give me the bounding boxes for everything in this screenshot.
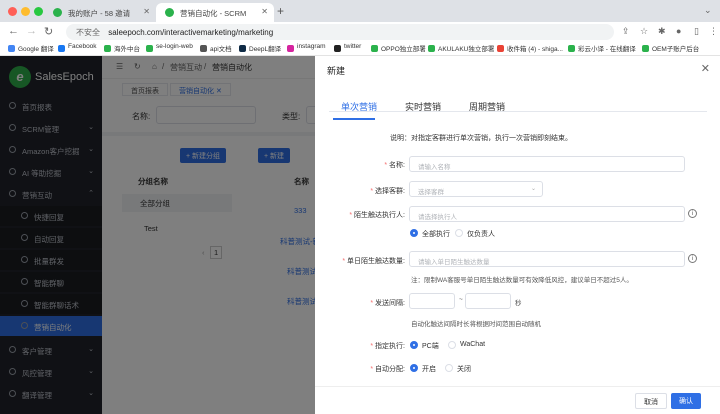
bookmark-icon: [200, 45, 207, 52]
url-text: saleepoch.com/interactivemarketing/marke…: [108, 28, 274, 37]
bookmark-item[interactable]: 海外中台: [104, 43, 140, 53]
chevron-down-icon: ⌄: [530, 186, 536, 192]
bookmarks-bar: Google 翻译 Facebook 海外中台 se-login-web api…: [0, 42, 720, 56]
interval-label: * 发送间隔:: [370, 300, 405, 307]
bookmark-item[interactable]: OEM子账户后台: [642, 43, 699, 53]
bookmark-icon: [287, 45, 294, 52]
bookmark-item[interactable]: 彩云小译 - 在线翻译: [568, 43, 636, 53]
close-icon[interactable]: ✕: [701, 62, 710, 75]
browser-tab-account[interactable]: 我的账户 - 58 邀请 ✕: [44, 3, 156, 22]
radio-unchecked-icon: [455, 229, 463, 237]
bookmark-icon: [371, 45, 378, 52]
confirm-button[interactable]: 确认: [671, 393, 701, 409]
bookmark-icon: [568, 45, 575, 52]
interval-max-input[interactable]: [465, 293, 511, 309]
description-text: 说明：对指定客群进行单次营销，执行一次营销即刻结束。: [390, 135, 572, 142]
minimize-window-icon[interactable]: [21, 7, 30, 16]
radio-checked-icon: [410, 364, 418, 372]
chevron-down-icon[interactable]: ⌄: [704, 5, 712, 16]
drawer-title: 新建: [327, 66, 346, 76]
executor-select[interactable]: 请选择执行人: [409, 206, 685, 222]
bookmark-icon: [104, 45, 111, 52]
bookmark-icon: [58, 45, 65, 52]
new-tab-icon[interactable]: +: [277, 4, 284, 18]
exec-pc-radio[interactable]: PC端: [410, 341, 439, 351]
profile-avatar-icon[interactable]: ●: [676, 26, 681, 36]
radio-checked-icon: [410, 341, 418, 349]
tab-single-marketing[interactable]: 单次营销: [341, 100, 377, 113]
bookmark-star-icon[interactable]: ☆: [640, 26, 648, 37]
interval-min-input[interactable]: [409, 293, 455, 309]
wechat-favicon-icon: [165, 8, 174, 17]
browser-tab-marketing[interactable]: 营销自动化 - SCRM ✕: [156, 3, 274, 22]
tab-title: 营销自动化 - SCRM: [180, 9, 247, 18]
new-automation-drawer: 新建 ✕ 单次营销 实时营销 周期营销 说明：对指定客群进行单次营销，执行一次营…: [315, 56, 720, 414]
bookmark-item[interactable]: OPPO独立部署: [371, 43, 426, 53]
bookmark-item[interactable]: DeepL翻译: [239, 43, 281, 53]
drawer-tabs: 单次营销 实时营销 周期营销: [329, 92, 707, 112]
audience-label: * 选择客群:: [370, 188, 405, 195]
forward-icon[interactable]: →: [26, 25, 37, 37]
bookmark-item[interactable]: se-login-web: [146, 43, 193, 52]
exec-target-label: * 指定执行:: [370, 343, 405, 350]
drawer-footer: 取消 确认: [315, 386, 720, 414]
more-menu-icon[interactable]: ⋮: [709, 26, 718, 37]
reload-icon[interactable]: ↻: [44, 25, 53, 38]
bookmark-item[interactable]: Facebook: [58, 43, 97, 52]
executor-owner-radio[interactable]: 仅负责人: [455, 229, 495, 239]
executor-label: * 陌生触达执行人:: [349, 212, 405, 219]
reading-list-icon[interactable]: ▯: [694, 26, 699, 37]
address-bar: ← → ↻ 不安全 saleepoch.com/interactivemarke…: [0, 22, 720, 42]
bookmark-item[interactable]: instagram: [287, 43, 326, 52]
bookmark-icon: [334, 45, 341, 52]
bookmark-item[interactable]: api文档: [200, 43, 232, 53]
bookmark-item[interactable]: AKULAKU独立部署: [428, 43, 494, 53]
daily-limit-note: 注：限制WA客服号单日陌生触达数量可有效降低风控，建议单日不超过5人。: [411, 277, 633, 284]
share-icon[interactable]: ⇪: [622, 26, 630, 37]
back-icon[interactable]: ←: [8, 25, 19, 37]
auto-assign-label: * 自动分配:: [370, 366, 405, 373]
bookmark-item[interactable]: 收件箱 (4) - shiga...: [497, 43, 563, 53]
browser-tab-strip: 我的账户 - 58 邀请 ✕ 营销自动化 - SCRM ✕ + ⌄: [0, 0, 720, 22]
bookmark-icon: [239, 45, 246, 52]
close-tab-icon[interactable]: ✕: [261, 7, 268, 16]
bookmark-icon: [497, 45, 504, 52]
extensions-icon[interactable]: ✱: [658, 26, 666, 37]
app-viewport: e SalesEpoch 首页报表 SCRM管理⌄ Amazon客户挖掘⌄ AI…: [0, 56, 720, 414]
auto-assign-off-radio[interactable]: 关闭: [445, 364, 471, 374]
bookmark-icon: [146, 45, 153, 52]
name-label: * 名称:: [384, 162, 405, 169]
exec-wachat-radio[interactable]: WaChat: [448, 341, 485, 349]
executor-all-radio[interactable]: 全部执行: [410, 229, 450, 239]
tab-realtime-marketing[interactable]: 实时营销: [405, 100, 441, 113]
daily-limit-input[interactable]: 请输入单日陌生触达数量: [409, 251, 685, 267]
interval-note: 自动化触达间隔时长将根据时间范围自动随机: [411, 321, 541, 328]
close-window-icon[interactable]: [8, 7, 17, 16]
bookmark-icon: [428, 45, 435, 52]
bookmark-icon: [642, 45, 649, 52]
insecure-indicator[interactable]: 不安全: [76, 28, 100, 37]
tab-periodic-marketing[interactable]: 周期营销: [469, 100, 505, 113]
info-icon[interactable]: i: [688, 209, 697, 218]
auto-assign-on-radio[interactable]: 开启: [410, 364, 436, 374]
radio-unchecked-icon: [448, 341, 456, 349]
wechat-favicon-icon: [53, 8, 62, 17]
cancel-button[interactable]: 取消: [635, 393, 667, 409]
maximize-window-icon[interactable]: [34, 7, 43, 16]
active-tab-indicator: [333, 118, 375, 120]
name-input[interactable]: 请输入名称: [409, 156, 685, 172]
radio-unchecked-icon: [445, 364, 453, 372]
url-input[interactable]: 不安全 saleepoch.com/interactivemarketing/m…: [66, 24, 614, 40]
bookmark-item[interactable]: twitter: [334, 43, 361, 52]
info-icon[interactable]: i: [688, 254, 697, 263]
audience-select[interactable]: 选择客群 ⌄: [409, 181, 543, 197]
bookmark-icon: [8, 45, 15, 52]
close-tab-icon[interactable]: ✕: [143, 7, 150, 16]
tab-title: 我的账户 - 58 邀请: [68, 9, 131, 18]
daily-limit-label: * 单日陌生触达数量:: [342, 258, 405, 265]
bookmark-item[interactable]: Google 翻译: [8, 43, 54, 53]
radio-checked-icon: [410, 229, 418, 237]
